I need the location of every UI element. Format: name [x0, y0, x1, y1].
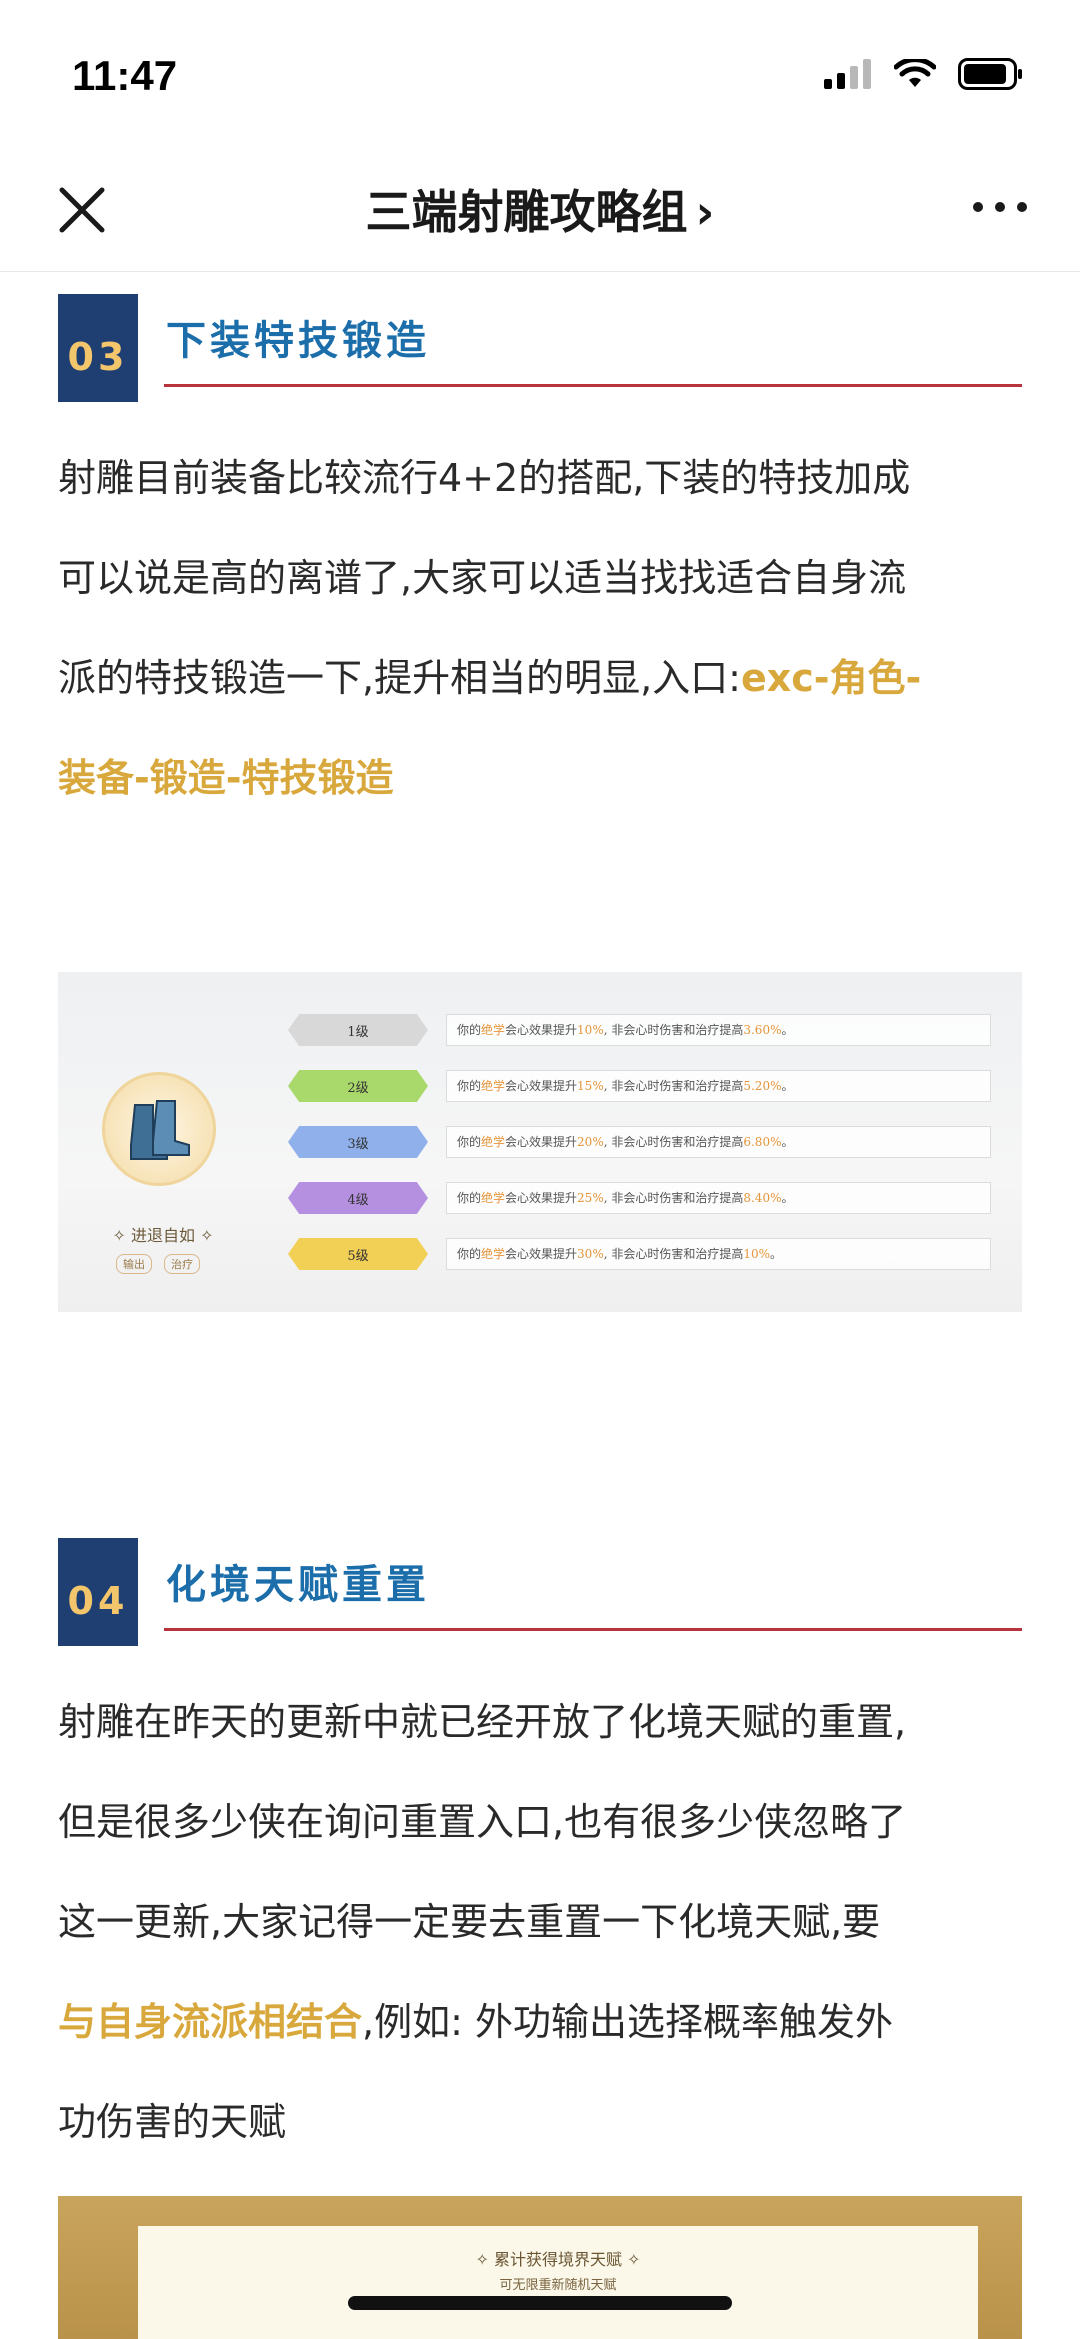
section-divider — [164, 1628, 1022, 1631]
level-desc-segment: 会心效果提升 — [505, 1135, 578, 1149]
level-badge: 4级 — [288, 1182, 428, 1214]
level-desc-segment: 会心效果提升 — [505, 1023, 578, 1037]
section-number: 03 — [58, 294, 138, 402]
level-desc-segment: , 非会心时伤害和治疗提高 — [603, 1135, 744, 1149]
section-number: 04 — [58, 1538, 138, 1646]
status-icons — [824, 58, 1024, 90]
level-description: 你的绝学会心效果提升25%, 非会心时伤害和治疗提高8.40%。 — [446, 1182, 991, 1214]
section-title: 化境天赋重置 — [166, 1562, 430, 1608]
text-segment: ,例如: 外功输出选择概率触发外 — [362, 2000, 893, 2044]
level-desc-segment: 25% — [577, 1191, 604, 1205]
level-description: 你的绝学会心效果提升20%, 非会心时伤害和治疗提高6.80%。 — [446, 1126, 991, 1158]
home-indicator — [348, 2296, 732, 2310]
level-desc-segment: 你的 — [457, 1135, 482, 1149]
level-desc-segment: 10% — [743, 1247, 771, 1261]
more-icon[interactable] — [970, 192, 1030, 222]
text-line: 功伤害的天赋 — [58, 2100, 287, 2144]
level-description: 你的绝学会心效果提升30%, 非会心时伤害和治疗提高10%。 — [446, 1238, 991, 1270]
text-line: 与自身流派相结合,例如: 外功输出选择概率触发外 — [58, 1972, 1022, 2072]
text-line: 射雕在昨天的更新中就已经开放了化境天赋的重置, — [58, 1700, 907, 1744]
paragraph-talent: 射雕在昨天的更新中就已经开放了化境天赋的重置, 但是很多少侠在询问重置入口,也有… — [58, 1672, 1022, 2172]
level-desc-segment: 。 — [781, 1135, 794, 1149]
section-header-03: 03 下装特技锻造 — [58, 294, 1022, 402]
level-desc-segment: 会心效果提升 — [505, 1191, 578, 1205]
level-desc-segment: 绝学 — [481, 1191, 506, 1205]
item-name: ✧ 进退自如 ✧ — [112, 1226, 214, 1245]
level-desc-segment: , 非会心时伤害和治疗提高 — [603, 1247, 744, 1261]
account-title-link[interactable]: 三端射雕攻略组 › — [0, 176, 1080, 242]
level-badge: 2级 — [288, 1070, 428, 1102]
page-title: 三端射雕攻略组 — [365, 185, 688, 239]
talent-reset-image[interactable]: ✧ 累计获得境界天赋 ✧ 可无限重新随机天赋 — [58, 2196, 1022, 2339]
level-description: 你的绝学会心效果提升10%, 非会心时伤害和治疗提高3.60%。 — [446, 1014, 991, 1046]
talent-panel: ✧ 累计获得境界天赋 ✧ 可无限重新随机天赋 — [138, 2226, 978, 2339]
level-desc-segment: 。 — [770, 1247, 783, 1261]
battery-icon — [958, 58, 1022, 90]
highlight-text: 与自身流派相结合 — [58, 2000, 363, 2044]
level-desc-segment: 3.60% — [743, 1023, 782, 1037]
level-desc-segment: 30% — [577, 1247, 604, 1261]
level-badge: 3级 — [288, 1126, 428, 1158]
level-desc-segment: 你的 — [457, 1191, 482, 1205]
level-desc-segment: 你的 — [457, 1247, 482, 1261]
talent-panel-title: ✧ 累计获得境界天赋 ✧ — [475, 2250, 641, 2269]
status-time: 11:47 — [72, 52, 178, 99]
boots-item-icon — [102, 1072, 216, 1186]
text-line: 派的特技锻造一下,提升相当的明显,入口:exc-角色- — [58, 628, 1022, 728]
item-tag: 治疗 — [164, 1254, 200, 1274]
level-desc-segment: 6.80% — [743, 1135, 782, 1149]
level-desc-segment: 会心效果提升 — [505, 1247, 578, 1261]
status-bar: 11:47 — [0, 0, 1080, 150]
paragraph-forge: 射雕目前装备比较流行4+2的搭配,下装的特技加成 可以说是高的离谱了,大家可以适… — [58, 428, 1022, 828]
level-badge: 5级 — [288, 1238, 428, 1270]
text-line: 这一更新,大家记得一定要去重置一下化境天赋,要 — [58, 1900, 881, 1944]
item-tags: 输出 治疗 — [116, 1254, 200, 1274]
text-line: 可以说是高的离谱了,大家可以适当找找适合自身流 — [58, 556, 907, 600]
level-desc-segment: 会心效果提升 — [505, 1079, 578, 1093]
highlight-text: exc-角色- — [740, 656, 922, 700]
text-line: 但是很多少侠在询问重置入口,也有很多少侠忽略了 — [58, 1800, 907, 1844]
level-desc-segment: 10% — [577, 1023, 604, 1037]
nav-bar: 三端射雕攻略组 › — [0, 150, 1080, 272]
level-desc-segment: 绝学 — [481, 1079, 506, 1093]
level-desc-segment: , 非会心时伤害和治疗提高 — [603, 1079, 744, 1093]
level-desc-segment: 15% — [577, 1079, 604, 1093]
level-row: 1级 你的绝学会心效果提升10%, 非会心时伤害和治疗提高3.60%。 — [288, 1012, 998, 1048]
level-desc-segment: 你的 — [457, 1023, 482, 1037]
level-desc-segment: 5.20% — [743, 1079, 782, 1093]
level-desc-segment: 。 — [781, 1079, 794, 1093]
chevron-right-icon: › — [695, 185, 715, 239]
level-desc-segment: 。 — [781, 1191, 794, 1205]
level-desc-segment: 绝学 — [481, 1135, 506, 1149]
item-tag: 输出 — [116, 1254, 152, 1274]
level-desc-segment: 。 — [781, 1023, 794, 1037]
section-divider — [164, 384, 1022, 387]
forge-level-image[interactable]: ✧ 进退自如 ✧ 输出 治疗 1级 你的绝学会心效果提升10%, 非会心时伤害和治… — [58, 972, 1022, 1312]
level-desc-segment: , 非会心时伤害和治疗提高 — [603, 1191, 744, 1205]
level-row: 4级 你的绝学会心效果提升25%, 非会心时伤害和治疗提高8.40%。 — [288, 1180, 998, 1216]
level-row: 2级 你的绝学会心效果提升15%, 非会心时伤害和治疗提高5.20%。 — [288, 1068, 998, 1104]
level-desc-segment: 绝学 — [481, 1247, 506, 1261]
level-desc-segment: , 非会心时伤害和治疗提高 — [603, 1023, 744, 1037]
level-desc-segment: 你的 — [457, 1079, 482, 1093]
level-desc-segment: 20% — [577, 1135, 604, 1149]
level-desc-segment: 8.40% — [743, 1191, 782, 1205]
level-desc-segment: 绝学 — [481, 1023, 506, 1037]
text-segment: 派的特技锻造一下,提升相当的明显,入口: — [58, 656, 741, 700]
highlight-text: 装备-锻造-特技锻造 — [58, 756, 394, 800]
text-line: 射雕目前装备比较流行4+2的搭配,下装的特技加成 — [58, 456, 911, 500]
text-line: 装备-锻造-特技锻造 — [58, 728, 1022, 828]
level-badge: 1级 — [288, 1014, 428, 1046]
wifi-icon — [894, 59, 936, 87]
level-description: 你的绝学会心效果提升15%, 非会心时伤害和治疗提高5.20%。 — [446, 1070, 991, 1102]
section-title: 下装特技锻造 — [166, 318, 430, 364]
signal-icon — [824, 59, 871, 89]
section-header-04: 04 化境天赋重置 — [58, 1538, 1022, 1646]
talent-panel-subtitle: 可无限重新随机天赋 — [499, 2278, 617, 2293]
level-row: 5级 你的绝学会心效果提升30%, 非会心时伤害和治疗提高10%。 — [288, 1236, 998, 1272]
level-row: 3级 你的绝学会心效果提升20%, 非会心时伤害和治疗提高6.80%。 — [288, 1124, 998, 1160]
